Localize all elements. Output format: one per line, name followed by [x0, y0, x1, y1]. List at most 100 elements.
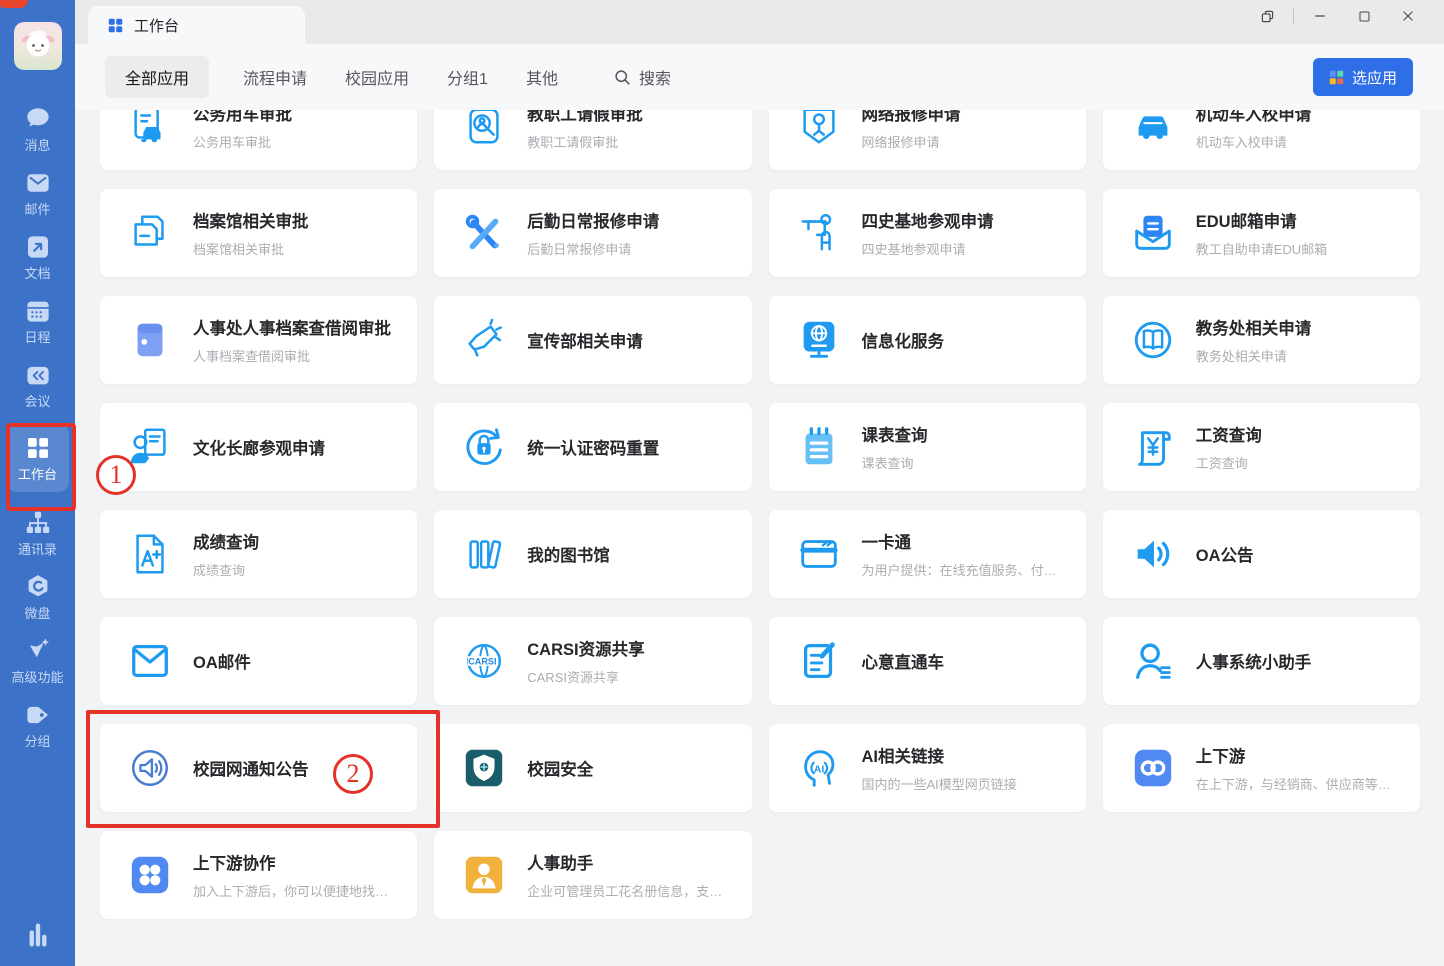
app-card[interactable]: 校园网通知公告 — [100, 724, 417, 812]
search-box[interactable]: 搜索 — [614, 65, 671, 89]
sidebar-item-label: 日程 — [24, 331, 50, 344]
tab-workbench[interactable]: 工作台 — [88, 6, 305, 44]
app-card[interactable]: EDU邮箱申请教工自助申请EDU邮箱 — [1103, 189, 1420, 277]
lock-refresh-icon — [461, 424, 507, 470]
close-icon[interactable] — [1386, 0, 1430, 32]
app-title: 上下游 — [1196, 743, 1391, 767]
bank-card-icon — [796, 531, 842, 577]
meeting-icon — [23, 360, 53, 390]
sidebar-item-label: 文档 — [24, 267, 50, 280]
app-card[interactable]: 工资查询工资查询 — [1103, 403, 1420, 491]
sidebar-item-drive[interactable]: 微盘 — [7, 572, 69, 620]
app-card-texts: 机动车入校申请机动车入校申请 — [1196, 110, 1312, 151]
monitor-wrench-icon — [796, 110, 842, 149]
folders-icon — [127, 210, 173, 256]
sidebar-item-label: 消息 — [24, 139, 50, 152]
filter-tab[interactable]: 全部应用 — [105, 56, 209, 98]
sidebar-item-chat[interactable]: 消息 — [7, 104, 69, 152]
link-square-icon — [1130, 745, 1176, 791]
app-card[interactable]: 宣传部相关申请 — [434, 296, 751, 384]
app-card[interactable]: OA邮件 — [100, 617, 417, 705]
app-card[interactable]: 人事处人事档案查借阅审批人事档案查借阅审批 — [100, 296, 417, 384]
app-card[interactable]: 信息化服务 — [769, 296, 1086, 384]
app-card-texts: 心意直通车 — [862, 649, 945, 673]
sidebar-item-advanced[interactable]: 高级功能 — [7, 636, 69, 684]
app-card[interactable]: 课表查询课表查询 — [769, 403, 1086, 491]
app-card[interactable]: 机动车入校申请机动车入校申请 — [1103, 110, 1420, 170]
app-card[interactable]: 教职工请假审批教职工请假审批 — [434, 110, 751, 170]
filter-tabs: 全部应用流程申请校园应用分组1 其他 搜索 — [105, 44, 671, 110]
sidebar-item-label: 邮件 — [24, 203, 50, 216]
app-card[interactable]: 心意直通车 — [769, 617, 1086, 705]
app-card[interactable]: AIAI相关链接国内的一些AI模型网页链接 — [769, 724, 1086, 812]
app-subtitle: 四史基地参观申请 — [862, 239, 994, 258]
workbench-header: 全部应用流程申请校园应用分组1 其他 搜索 选应用 — [75, 44, 1444, 110]
search-label: 搜索 — [639, 65, 671, 89]
sidebar-item-contacts[interactable]: 通讯录 — [7, 508, 69, 556]
filter-tab[interactable]: 其他 — [522, 56, 562, 98]
sidebar-item-label: 微盘 — [24, 607, 50, 620]
app-subtitle: 为用户提供：在线充值服务、付… — [862, 560, 1057, 579]
app-title: 机动车入校申请 — [1196, 110, 1312, 125]
tag-icon — [23, 700, 53, 730]
app-card[interactable]: 教务处相关申请教务处相关申请 — [1103, 296, 1420, 384]
filter-tab[interactable]: 流程申请 — [239, 56, 311, 98]
app-card[interactable]: 公务用车审批公务用车审批 — [100, 110, 417, 170]
sidebar-item-calendar[interactable]: 日程 — [7, 296, 69, 344]
app-subtitle: 加入上下游后，你可以便捷地找… — [193, 881, 388, 900]
svg-text:CARSI: CARSI — [468, 656, 496, 666]
app-card[interactable]: 四史基地参观申请四史基地参观申请 — [769, 189, 1086, 277]
minimize-icon[interactable] — [1298, 0, 1342, 32]
megaphone-icon — [461, 317, 507, 363]
app-card[interactable]: 人事助手企业可管理员工花名册信息，支… — [434, 831, 751, 919]
app-card[interactable]: 人事系统小助手 — [1103, 617, 1420, 705]
app-card[interactable]: 我的图书馆 — [434, 510, 751, 598]
sidebar-bottom — [0, 920, 75, 950]
carsi-globe-icon: CARSI — [461, 638, 507, 684]
app-card[interactable]: 后勤日常报修申请后勤日常报修申请 — [434, 189, 751, 277]
app-card[interactable]: 一卡通为用户提供：在线充值服务、付… — [769, 510, 1086, 598]
app-card[interactable]: 统一认证密码重置 — [434, 403, 751, 491]
app-card[interactable]: 成绩查询成绩查询 — [100, 510, 417, 598]
chat-icon — [23, 104, 53, 134]
select-app-button[interactable]: 选应用 — [1313, 58, 1413, 96]
app-card[interactable]: 档案馆相关审批档案馆相关审批 — [100, 189, 417, 277]
sidebar-item-label: 工作台 — [18, 468, 57, 481]
sidebar-item-meeting[interactable]: 会议 — [7, 360, 69, 408]
app-title: 工资查询 — [1196, 422, 1262, 446]
app-card[interactable]: OA公告 — [1103, 510, 1420, 598]
stats-icon[interactable] — [23, 920, 53, 950]
app-card[interactable]: CARSICARSI资源共享CARSI资源共享 — [434, 617, 751, 705]
app-title: 课表查询 — [862, 422, 928, 446]
sidebar-item-grid[interactable]: 工作台 — [7, 424, 69, 492]
window-titlebar: 工作台 — [75, 0, 1444, 44]
filter-tab[interactable]: 分组1 — [443, 56, 492, 98]
app-card[interactable]: 上下游在上下游，与经销商、供应商等… — [1103, 724, 1420, 812]
app-title: EDU邮箱申请 — [1196, 208, 1327, 232]
filter-tab[interactable]: 校园应用 — [341, 56, 413, 98]
app-card[interactable]: 网络报修申请网络报修申请 — [769, 110, 1086, 170]
app-card-texts: EDU邮箱申请教工自助申请EDU邮箱 — [1196, 208, 1327, 258]
app-card[interactable]: 上下游协作加入上下游后，你可以便捷地找… — [100, 831, 417, 919]
calendar-icon — [23, 296, 53, 326]
app-card[interactable]: 文化长廊参观申请 — [100, 403, 417, 491]
restore-window-icon[interactable] — [1245, 0, 1289, 32]
workbench-grid-icon — [108, 18, 123, 33]
sidebar-item-mail[interactable]: 邮件 — [7, 168, 69, 216]
corner-red-blob — [0, 0, 28, 8]
select-app-label: 选应用 — [1352, 67, 1397, 88]
app-title: 心意直通车 — [862, 649, 945, 673]
user-avatar[interactable] — [14, 22, 62, 70]
books-icon — [461, 531, 507, 577]
app-title: 档案馆相关审批 — [193, 208, 309, 232]
doc-icon — [23, 232, 53, 262]
app-title: 四史基地参观申请 — [862, 208, 994, 232]
app-card-texts: 工资查询工资查询 — [1196, 422, 1262, 472]
ai-head-icon: AI — [796, 745, 842, 791]
maximize-icon[interactable] — [1342, 0, 1386, 32]
app-card[interactable]: 校园安全 — [434, 724, 751, 812]
sidebar-item-doc[interactable]: 文档 — [7, 232, 69, 280]
app-subtitle: 在上下游，与经销商、供应商等… — [1196, 774, 1391, 793]
app-subtitle: 后勤日常报修申请 — [527, 239, 659, 258]
sidebar-item-tag[interactable]: 分组 — [7, 700, 69, 748]
